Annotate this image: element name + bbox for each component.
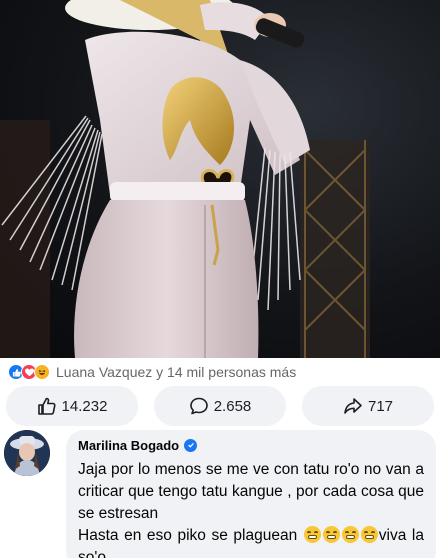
- reaction-icons: [8, 364, 50, 380]
- share-count: 717: [367, 397, 394, 415]
- haha-icon: [34, 364, 50, 380]
- like-count: 14.232: [61, 397, 108, 415]
- comment-author-row: Marilina Bogado: [78, 436, 424, 454]
- reactions-summary[interactable]: Luana Vazquez y 14 mil personas más: [0, 358, 440, 386]
- grinning-face-emoji-icon: [341, 526, 359, 543]
- comment-text-line-1: Jaja por lo menos se me ve con tatu ro'o…: [78, 461, 424, 522]
- comment-text-line-2: Hasta en eso piko se plaguean viva la so…: [78, 525, 424, 558]
- reactions-summary-text[interactable]: Luana Vazquez y 14 mil personas más: [56, 364, 296, 380]
- verified-badge-icon: [184, 438, 198, 452]
- comment-text: Jaja por lo menos se me ve con tatu ro'o…: [78, 459, 424, 558]
- commenter-avatar-image: [4, 430, 50, 476]
- comment-item: Marilina Bogado Jaja por lo menos se me …: [0, 428, 440, 558]
- thumbs-up-icon: [37, 397, 56, 415]
- share-button[interactable]: 717: [302, 386, 434, 426]
- comment-button[interactable]: 2.658: [154, 386, 286, 426]
- comment-bubble: Marilina Bogado Jaja por lo menos se me …: [66, 430, 436, 558]
- avatar[interactable]: [4, 430, 50, 476]
- like-button[interactable]: 14.232: [6, 386, 138, 426]
- comment-author[interactable]: Marilina Bogado: [78, 438, 179, 453]
- comment-count: 2.658: [213, 397, 252, 415]
- grinning-face-emoji-icon: [360, 526, 378, 543]
- comment-text-line-2-start: Hasta en eso piko se plaguean: [78, 527, 298, 544]
- post-actions: 14.232 2.658 717: [0, 386, 440, 428]
- performer-photo-illustration: [0, 0, 370, 358]
- grinning-face-emoji-icon: [303, 526, 321, 543]
- grinning-face-emoji-icon: [322, 526, 340, 543]
- comment-bubble-icon: [189, 397, 208, 415]
- post-photo[interactable]: [0, 0, 440, 358]
- share-arrow-icon: [344, 398, 362, 414]
